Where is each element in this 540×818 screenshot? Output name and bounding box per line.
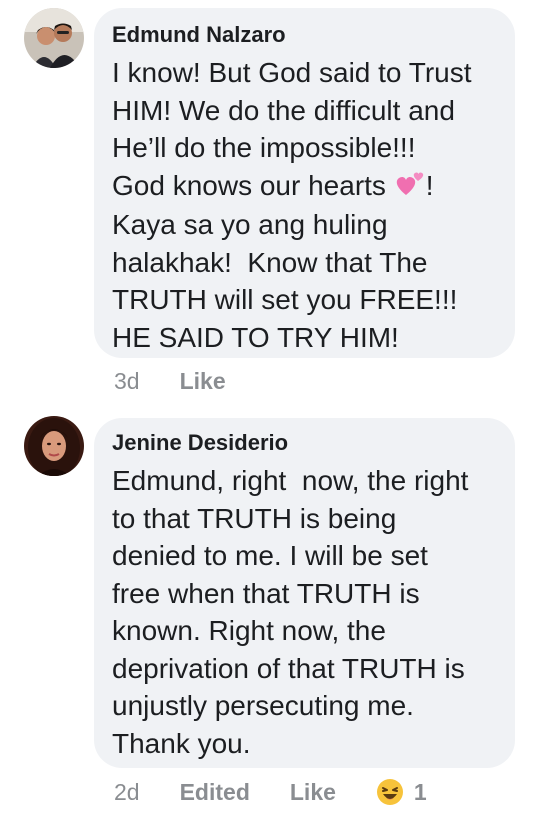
comment-text-line: known. Right now, the [112, 615, 386, 646]
reaction-summary[interactable]: 1 [376, 778, 427, 806]
comment-text-line: Kaya sa yo ang huling [112, 209, 388, 240]
avatar[interactable] [24, 8, 84, 68]
comment-author[interactable]: Edmund Nalzaro [112, 22, 515, 48]
like-button[interactable]: Like [180, 368, 226, 395]
timestamp[interactable]: 3d [114, 368, 140, 395]
comment-text-line: halakhak! Know that The [112, 246, 428, 278]
comment-text-line-with-emoji: God knows our hearts ! [112, 167, 515, 207]
comment-text-line: He’ll do the impossible!!! [112, 132, 416, 163]
two-hearts-icon [394, 169, 426, 207]
comment-text-line: deprivation of that TRUTH is [112, 652, 465, 684]
comment-meta: 2d Edited Like 1 [114, 778, 427, 806]
comment-text-segment: God knows our hearts [112, 169, 386, 201]
comment-text-line: Thank you. [112, 727, 251, 759]
comment-text-line: I know! But God said to Trust [112, 57, 472, 88]
comment-meta: 3d Like [114, 368, 226, 395]
laughing-face-icon [376, 778, 404, 806]
comment-text-line: to that TRUTH is being [112, 502, 397, 534]
edited-label[interactable]: Edited [180, 779, 250, 806]
timestamp[interactable]: 2d [114, 779, 140, 806]
reaction-count: 1 [413, 778, 427, 805]
comment-text-line: Edmund, right now, the right [112, 465, 469, 496]
comment-text-line: free when that TRUTH is [112, 577, 420, 609]
comment-bubble[interactable]: Edmund Nalzaro I know! But God said to T… [94, 8, 515, 358]
avatar[interactable] [24, 416, 84, 476]
comment-bubble[interactable]: Jenine Desiderio Edmund, right now, the … [94, 418, 515, 768]
comment-text-line: unjustly persecuting me. [112, 690, 414, 721]
comment-text-line: denied to me. I will be set [112, 540, 428, 571]
comment-text-segment: ! [425, 169, 434, 201]
like-button[interactable]: Like [290, 779, 336, 806]
comment-text-line: HIM! We do the difficult and [112, 94, 455, 126]
comment-text-line: HE SAID TO TRY HIM! [112, 321, 399, 353]
comment-text-line: TRUTH will set you FREE!!! [112, 284, 458, 315]
comment-author[interactable]: Jenine Desiderio [112, 430, 515, 456]
